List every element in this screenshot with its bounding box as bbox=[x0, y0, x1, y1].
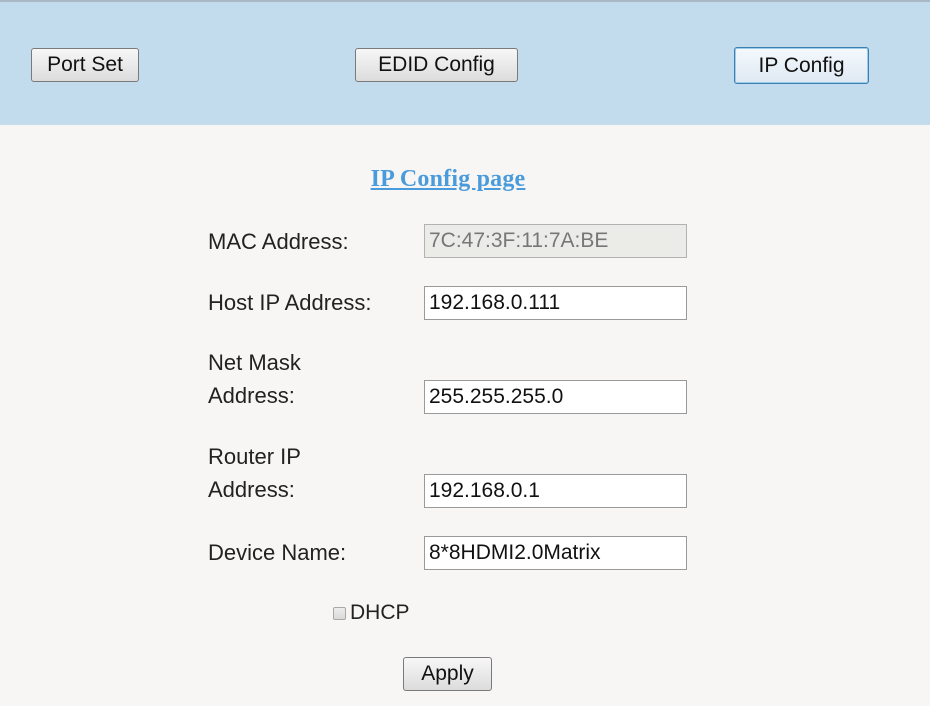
net-mask-label-line1: Net Mask bbox=[208, 350, 301, 375]
net-mask-field[interactable] bbox=[424, 380, 687, 414]
host-ip-field[interactable] bbox=[424, 286, 687, 320]
router-ip-label-line1: Router IP bbox=[208, 444, 301, 469]
page-title: IP Config page bbox=[370, 166, 526, 192]
top-nav-bar: Port Set EDID Config IP Config bbox=[0, 0, 930, 125]
dhcp-option: DHCP bbox=[333, 598, 410, 628]
mac-address-label: MAC Address: bbox=[208, 229, 349, 254]
net-mask-label-line2: Address: bbox=[208, 383, 295, 408]
router-ip-field[interactable] bbox=[424, 474, 687, 508]
dhcp-checkbox[interactable] bbox=[333, 606, 346, 620]
port-set-button[interactable]: Port Set bbox=[31, 48, 139, 82]
router-ip-label-line2: Address: bbox=[208, 477, 295, 502]
device-name-label: Device Name: bbox=[208, 540, 347, 565]
apply-button[interactable]: Apply bbox=[403, 657, 492, 691]
host-ip-label: Host IP Address: bbox=[208, 290, 372, 315]
device-name-field[interactable] bbox=[424, 536, 687, 570]
ip-config-button[interactable]: IP Config bbox=[734, 47, 869, 84]
dhcp-label: DHCP bbox=[350, 601, 410, 624]
mac-address-field bbox=[424, 224, 687, 258]
edid-config-button[interactable]: EDID Config bbox=[355, 48, 518, 82]
